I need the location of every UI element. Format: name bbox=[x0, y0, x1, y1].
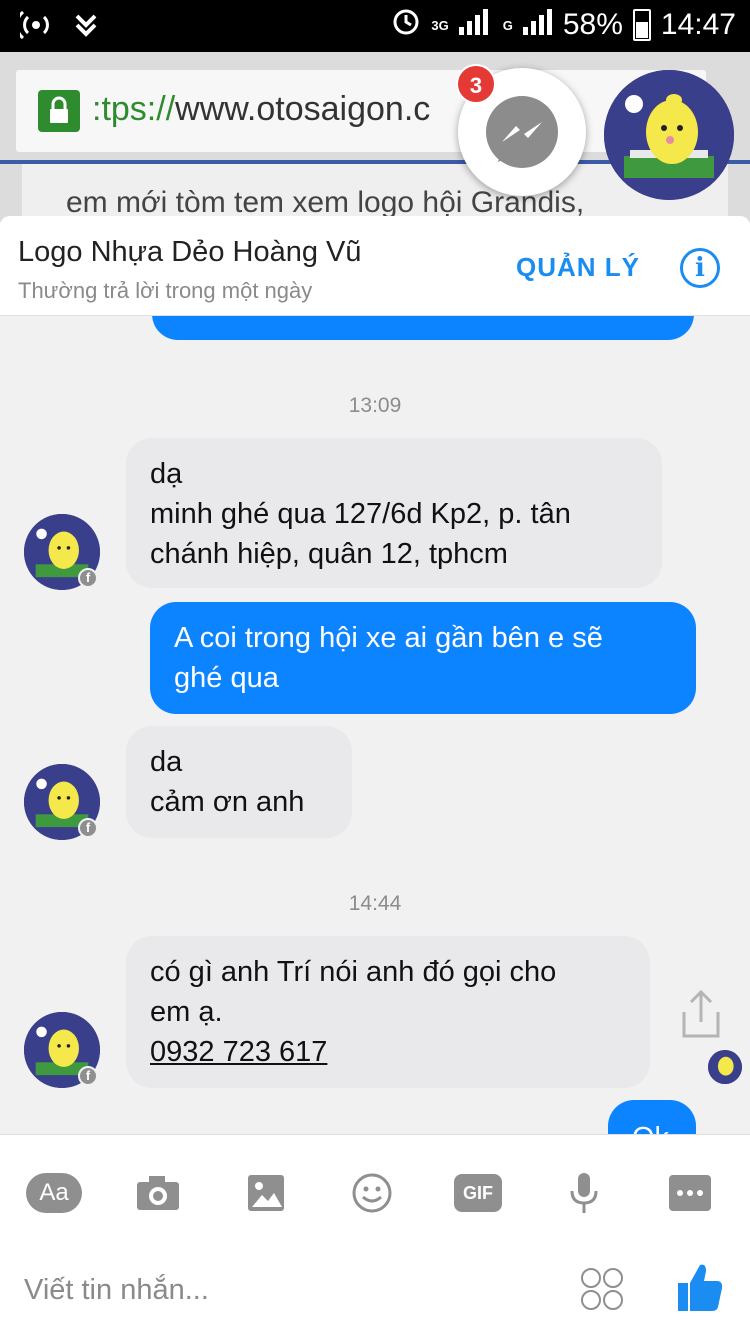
thumbs-up-icon[interactable] bbox=[676, 1261, 724, 1313]
sticker-icon[interactable] bbox=[578, 1265, 626, 1313]
download-icon bbox=[74, 12, 98, 43]
battery-icon bbox=[632, 9, 651, 41]
emoji-icon[interactable] bbox=[342, 1165, 402, 1221]
network-type: 3G bbox=[431, 17, 449, 33]
manage-button[interactable]: QUẢN LÝ bbox=[516, 252, 640, 283]
message-line: A coi trong hội xe ai gần bên e sẽ bbox=[174, 622, 603, 654]
hotspot-icon bbox=[15, 10, 52, 45]
message-bubble-outgoing[interactable]: A coi trong hội xe ai gần bên e sẽ ghé q… bbox=[150, 602, 696, 714]
contact-name[interactable]: Logo Nhựa Dẻo Hoàng Vũ bbox=[18, 236, 361, 269]
status-bar: 3G G 58% 14:47 bbox=[0, 0, 750, 52]
text-format-button[interactable]: Aa bbox=[24, 1165, 84, 1221]
composer: Aa GIF bbox=[0, 1134, 750, 1333]
message-line: ghé qua bbox=[174, 662, 279, 694]
timestamp: 13:09 bbox=[348, 394, 402, 417]
message-line: em ạ. bbox=[150, 996, 223, 1028]
message-line: cảm ơn anh bbox=[150, 786, 305, 818]
message-line: dạ bbox=[150, 458, 183, 490]
seen-indicator-avatar bbox=[708, 1050, 742, 1084]
lock-icon bbox=[38, 90, 80, 132]
microphone-icon[interactable] bbox=[554, 1165, 614, 1221]
signal-icon-2 bbox=[522, 7, 553, 43]
facebook-badge-icon: f bbox=[78, 818, 98, 838]
message-line: minh ghé qua 127/6d Kp2, p. tân bbox=[150, 498, 571, 530]
message-bubble-outgoing[interactable]: Ok bbox=[608, 1100, 696, 1134]
alarm-icon bbox=[391, 6, 421, 44]
message-line: da bbox=[150, 746, 183, 778]
clock: 14:47 bbox=[660, 8, 736, 41]
message-line: chánh hiệp, quân 12, tphcm bbox=[150, 538, 508, 570]
info-icon[interactable]: i bbox=[680, 248, 720, 288]
conversation-thread[interactable]: 13:09 dạ minh ghé qua 127/6d Kp2, p. tân… bbox=[0, 316, 750, 1134]
browser-url-bar[interactable]: :tps://www.otosaigon.c bbox=[16, 70, 706, 152]
timestamp: 14:44 bbox=[348, 892, 402, 915]
image-icon[interactable] bbox=[236, 1165, 296, 1221]
message-line: có gì anh Trí nói anh đó gọi cho bbox=[150, 956, 557, 988]
contact-chathead-avatar[interactable] bbox=[604, 70, 734, 200]
conversation-header: Logo Nhựa Dẻo Hoàng Vũ Thường trả lời tr… bbox=[0, 216, 750, 316]
messenger-panel: Logo Nhựa Dẻo Hoàng Vũ Thường trả lời tr… bbox=[0, 216, 750, 1333]
mascot-avatar-icon bbox=[604, 70, 734, 200]
unread-badge: 3 bbox=[456, 64, 496, 104]
share-icon[interactable] bbox=[676, 988, 726, 1042]
signal-icon bbox=[458, 7, 493, 43]
message-bubble-incoming[interactable]: dạ minh ghé qua 127/6d Kp2, p. tân chánh… bbox=[126, 438, 662, 588]
message-line: Ok bbox=[632, 1118, 672, 1134]
browser-url: :tps://www.otosaigon.c bbox=[92, 90, 431, 128]
network-type-2: G bbox=[502, 17, 513, 33]
message-bubble-outgoing-partial[interactable] bbox=[152, 316, 694, 340]
battery-percent: 58% bbox=[562, 8, 623, 41]
facebook-badge-icon: f bbox=[78, 568, 98, 588]
phone-number-link[interactable]: 0932 723 617 bbox=[150, 1032, 626, 1072]
camera-icon[interactable] bbox=[128, 1165, 188, 1221]
message-bubble-incoming[interactable]: có gì anh Trí nói anh đó gọi cho em ạ. 0… bbox=[126, 936, 650, 1088]
facebook-badge-icon: f bbox=[78, 1066, 98, 1086]
more-icon[interactable] bbox=[660, 1165, 720, 1221]
message-input[interactable] bbox=[24, 1265, 544, 1315]
gif-button[interactable]: GIF bbox=[448, 1165, 508, 1221]
contact-status: Thường trả lời trong một ngày bbox=[18, 278, 313, 303]
message-bubble-incoming[interactable]: da cảm ơn anh bbox=[126, 726, 352, 838]
